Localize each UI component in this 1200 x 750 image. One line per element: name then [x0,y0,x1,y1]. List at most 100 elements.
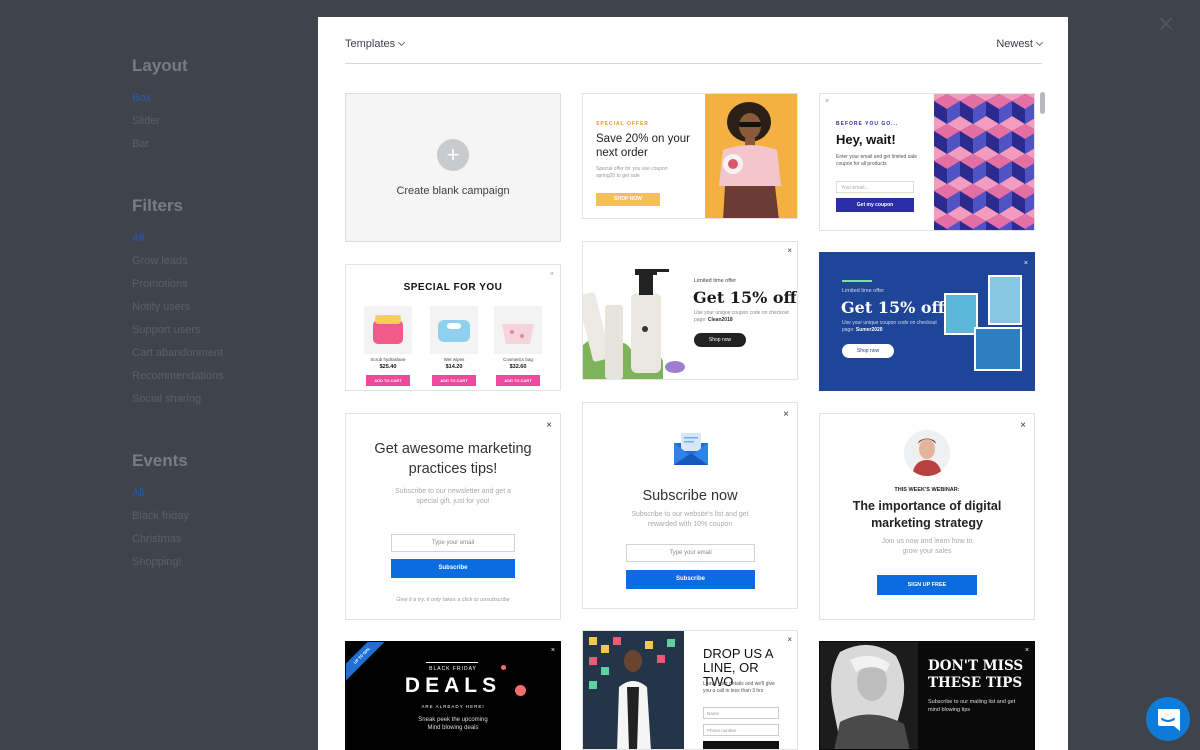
layout-group: Layout Box Slider Bar [132,56,302,159]
template-card-get-15-off-light[interactable]: × Limited time offer Get 15% off Use you… [582,241,798,380]
product-image-bag [494,306,542,354]
template-card-marketing-tips[interactable]: × Get awesome marketing practices tips! … [345,413,561,620]
close-modal-icon[interactable]: × [1154,10,1178,38]
create-blank-campaign-card[interactable]: + Create blank campaign [345,93,561,242]
shop-now-button[interactable]: Shop now [842,344,894,358]
tips-email-input[interactable]: Type your email [391,534,515,552]
name-input[interactable]: Name [703,707,779,719]
close-icon[interactable]: × [551,646,555,655]
close-icon[interactable]: × [1020,421,1026,431]
event-item-black-friday[interactable]: Black friday [132,508,302,531]
template-card-special-offer[interactable]: SPECIAL OFFER Save 20% on your next orde… [582,93,798,219]
filter-item-notify-users[interactable]: Notify users [132,299,302,322]
bf-title: DEALS [404,674,502,697]
close-icon[interactable]: × [825,97,829,106]
submit-button[interactable] [703,741,779,749]
layout-title: Layout [132,56,188,75]
close-icon[interactable]: × [787,246,792,255]
divider [426,662,478,663]
layout-item-slider[interactable]: Slider [132,113,302,136]
drop-text: Leave your details and we'll give you a … [703,681,775,694]
cosmetics-image [583,257,693,379]
layout-item-bar[interactable]: Bar [132,136,302,159]
template-card-webinar[interactable]: × THIS WEEK'S WEBINAR: The importance of… [819,413,1035,620]
subscribe-button[interactable]: Subscribe [626,570,755,589]
miss-title: DON'T MISS THESE TIPS [928,658,1024,691]
chat-widget-button[interactable] [1146,697,1190,741]
plus-icon: + [437,139,469,171]
filter-item-social-sharing[interactable]: Social sharing [132,391,302,414]
light-text: Use your unique coupon code on checkout … [694,310,790,324]
template-card-hey-wait[interactable]: × BEFORE YOU GO... Hey, wait! Enter your… [819,93,1035,231]
scrollbar-thumb[interactable] [1040,92,1045,114]
product-name: Wet wipes [443,357,465,362]
filters-title: Filters [132,196,184,215]
close-icon[interactable]: × [783,410,789,420]
templates-modal: Templates Newest + Create blank campaign… [318,17,1068,750]
template-card-get-15-off-blue[interactable]: × Limited time offer Get 15% off Use you… [819,252,1035,391]
template-card-subscribe-now[interactable]: × Subscribe now Subscribe to our website… [582,402,798,609]
event-item-christmas[interactable]: Christmas [132,531,302,554]
template-card-black-friday[interactable]: × UP TO 50% BLACK FRIDAY DEALS ARE ALREA… [345,641,561,750]
wait-title: Hey, wait! [836,132,896,147]
webinar-eyebrow: THIS WEEK'S WEBINAR: [894,487,960,493]
wait-eyebrow: BEFORE YOU GO... [836,121,899,127]
chevron-down-icon [1035,38,1044,47]
template-card-dont-miss[interactable]: × DON'T MISS THESE TIPS Subscribe to our… [819,641,1035,750]
event-item-all[interactable]: All [132,485,302,508]
webinar-text: Join us now and learn how to grow your s… [881,538,973,555]
product-price: $25.40 [379,364,397,370]
template-card-drop-us-a-line[interactable]: × DROP US A LINE, OR TWO Leave your deta… [582,630,798,750]
shop-now-button[interactable]: Shop now [694,333,746,347]
chevron-down-icon [398,38,406,47]
tips-footer: Give it a try, it only takes a click to … [396,597,510,603]
add-to-cart-button[interactable]: ADD TO CART [432,375,476,386]
blue-code: Sumer2020 [855,327,883,333]
subscribe-text: Subscribe to our website's list and get … [631,511,749,528]
filter-item-promotions[interactable]: Promotions [132,276,302,299]
close-icon[interactable]: × [787,635,792,644]
close-icon[interactable]: × [1024,259,1028,268]
close-icon[interactable]: × [1025,646,1029,655]
filter-item-cart-abandonment[interactable]: Cart abandonment [132,345,302,368]
light-code: Clean2018 [707,317,733,323]
bf-eyebrow: BLACK FRIDAY [429,666,477,672]
webinar-title: The importance of digital marketing stra… [852,499,1002,530]
light-title: Get 15% off [693,288,797,307]
filter-item-grow-leads[interactable]: Grow leads [132,253,302,276]
phone-input[interactable]: Phone number [703,724,779,736]
sort-dropdown-label: Newest [996,38,1033,50]
sort-dropdown[interactable]: Newest [996,38,1044,50]
avatar [904,430,950,476]
subscribe-email-input[interactable]: Type your email [626,544,755,562]
subscribe-title: Subscribe now [642,488,738,504]
close-icon[interactable]: × [550,270,554,279]
photo-resort [974,327,1022,371]
add-to-cart-button[interactable]: ADD TO CART [366,375,410,386]
product-price: $14.20 [445,364,463,370]
add-to-cart-button[interactable]: ADD TO CART [496,375,540,386]
shop-now-button[interactable]: SHOP NOW [596,193,660,206]
product-price: $32.60 [509,364,527,370]
close-icon[interactable]: × [546,421,552,431]
get-coupon-button[interactable]: Get my coupon [836,198,914,212]
templates-dropdown[interactable]: Templates [345,38,406,50]
light-eyebrow: Limited time offer [694,278,737,284]
event-item-shopping[interactable]: Shopping! [132,554,302,577]
filter-item-support-users[interactable]: Support users [132,322,302,345]
modal-header: Templates Newest [345,17,1044,64]
pattern-image [934,94,1034,230]
chat-bubble-icon [1158,709,1180,731]
bf-sub: ARE ALREADY HERE! [421,704,485,709]
template-card-special-for-you[interactable]: × SPECIAL FOR YOU Scrub hydraslane $25.4… [345,264,561,391]
subscribe-button[interactable]: Subscribe [391,559,515,578]
product-image-scrub [364,306,412,354]
filter-item-recommendations[interactable]: Recommendations [132,368,302,391]
woman-photo [820,642,918,749]
photo-sea [988,275,1022,325]
wait-email-input[interactable]: Your email... [836,181,914,193]
miss-text: Subscribe to our mailing list and get mi… [928,699,1016,713]
sign-up-free-button[interactable]: SIGN UP FREE [877,575,977,595]
filter-item-all[interactable]: All [132,230,302,253]
layout-item-box[interactable]: Box [132,90,302,113]
